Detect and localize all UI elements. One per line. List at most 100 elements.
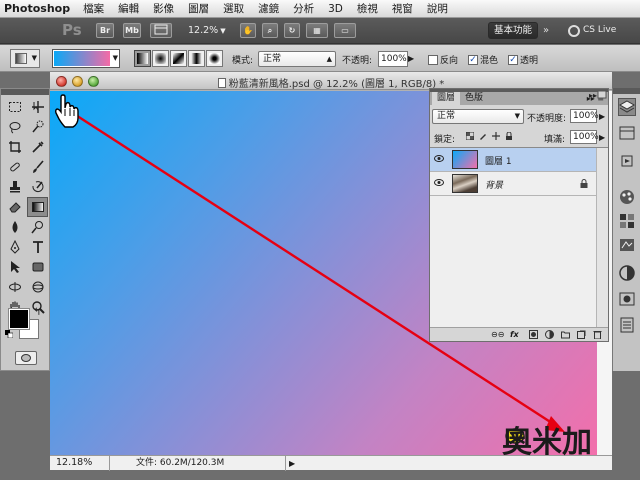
eraser-tool[interactable]	[4, 197, 25, 217]
menu-file[interactable]: 檔案	[76, 1, 111, 16]
foreground-color-swatch[interactable]	[8, 308, 30, 330]
linear-gradient-button[interactable]	[134, 50, 151, 67]
link-layers-icon[interactable]: ⊖⊖	[491, 330, 504, 339]
shape-tool[interactable]	[27, 257, 48, 277]
quick-selection-tool[interactable]	[27, 117, 48, 137]
menu-select[interactable]: 選取	[216, 1, 251, 16]
move-tool[interactable]	[27, 97, 48, 117]
lasso-tool[interactable]	[4, 117, 25, 137]
transparency-checkbox[interactable]: ✓ 透明	[508, 53, 538, 66]
swap-colors-icon[interactable]: ↰	[33, 307, 41, 318]
actions-dock-icon[interactable]	[618, 152, 636, 170]
eye-icon[interactable]	[434, 155, 444, 162]
adjustment-layer-icon[interactable]	[545, 330, 554, 339]
status-zoom[interactable]: 12.18%	[50, 455, 110, 471]
layer-name[interactable]: 圖層 1	[485, 154, 512, 167]
swatches-dock-icon[interactable]	[618, 212, 636, 230]
eye-icon[interactable]	[434, 179, 444, 186]
dither-checkbox[interactable]: ✓ 混色	[468, 53, 498, 66]
styles-dock-icon[interactable]	[618, 236, 636, 254]
zoom-tool-icon[interactable]: ⌕	[262, 23, 278, 38]
workspace-dropdown-icon[interactable]: »	[543, 22, 561, 39]
transparency-checkbox-box[interactable]: ✓	[508, 54, 518, 65]
reverse-checkbox[interactable]: 反向	[428, 53, 458, 66]
opacity-input[interactable]: 100%	[378, 51, 408, 67]
menu-view[interactable]: 檢視	[350, 1, 385, 16]
bridge-icon[interactable]: Br	[96, 23, 114, 38]
type-tool[interactable]	[27, 237, 48, 257]
menu-help[interactable]: 說明	[420, 1, 455, 16]
diamond-gradient-button[interactable]	[206, 50, 223, 67]
screen-mode-icon[interactable]: ▭	[334, 23, 356, 38]
tab-channels[interactable]: 色版	[460, 92, 488, 105]
toolbox-grip[interactable]	[1, 89, 49, 95]
3d-rotate-tool[interactable]	[4, 277, 25, 297]
reflected-gradient-button[interactable]	[188, 50, 205, 67]
path-selection-tool[interactable]	[4, 257, 25, 277]
marquee-tool[interactable]	[4, 97, 25, 117]
menu-analysis[interactable]: 分析	[286, 1, 321, 16]
new-layer-icon[interactable]	[577, 330, 586, 339]
color-dock-icon[interactable]	[618, 188, 636, 206]
spot-healing-tool[interactable]	[4, 157, 25, 177]
reverse-checkbox-box[interactable]	[428, 54, 438, 65]
menu-filter[interactable]: 濾鏡	[251, 1, 286, 16]
layer-list-scrollbar[interactable]	[596, 148, 608, 328]
mini-bridge-icon[interactable]: Mb	[123, 23, 141, 38]
lock-pixels-icon[interactable]	[479, 132, 487, 140]
menu-image[interactable]: 影像	[146, 1, 181, 16]
crop-tool[interactable]	[4, 137, 25, 157]
view-extras-icon[interactable]	[150, 23, 172, 38]
workspace-button[interactable]: 基本功能	[488, 22, 538, 39]
lock-position-icon[interactable]	[492, 132, 500, 140]
new-group-icon[interactable]	[561, 330, 570, 339]
angle-gradient-button[interactable]	[170, 50, 187, 67]
status-menu-arrow-icon[interactable]: ▶	[289, 459, 299, 468]
history-brush-tool[interactable]	[27, 177, 48, 197]
lock-all-icon[interactable]	[505, 132, 513, 140]
layer-row[interactable]: 圖層 1	[430, 148, 596, 172]
fill-dropdown-icon[interactable]: ▶	[599, 133, 605, 142]
dock-grip[interactable]	[613, 88, 640, 94]
radial-gradient-button[interactable]	[152, 50, 169, 67]
layer-row[interactable]: 背景	[430, 172, 596, 196]
hand-tool-icon[interactable]: ✋	[240, 23, 256, 38]
layer-opacity-dropdown-icon[interactable]: ▶	[599, 112, 605, 121]
fill-input[interactable]: 100%	[570, 130, 599, 144]
clone-stamp-tool[interactable]	[4, 177, 25, 197]
3d-orbit-tool[interactable]	[27, 277, 48, 297]
add-mask-icon[interactable]	[529, 330, 538, 339]
quick-mask-button[interactable]	[15, 351, 37, 365]
default-colors-icon[interactable]	[5, 330, 13, 338]
arrange-documents-icon[interactable]: ▦	[306, 23, 328, 38]
menu-3d[interactable]: 3D	[321, 3, 350, 15]
layer-opacity-input[interactable]: 100%	[570, 109, 599, 123]
panel-collapse-control[interactable]: ▸▸	[586, 88, 608, 104]
menu-layer[interactable]: 圖層	[181, 1, 216, 16]
channels-dock-icon[interactable]	[618, 316, 636, 334]
opacity-dropdown-icon[interactable]: ▶	[408, 51, 418, 67]
history-dock-icon[interactable]	[618, 124, 636, 142]
gradient-picker[interactable]: ▼	[52, 49, 120, 68]
lock-transparent-icon[interactable]	[466, 132, 474, 140]
mode-select[interactable]: 正常 ▲	[258, 51, 336, 67]
layer-name[interactable]: 背景	[485, 178, 503, 191]
tool-preset-picker[interactable]: ▼	[10, 49, 40, 68]
layer-blend-mode-select[interactable]: 正常 ▼	[432, 109, 524, 124]
dodge-tool[interactable]	[27, 217, 48, 237]
menu-window[interactable]: 視窗	[385, 1, 420, 16]
dither-checkbox-box[interactable]: ✓	[468, 54, 478, 65]
layers-dock-icon[interactable]	[618, 98, 636, 116]
tab-layers[interactable]: 圖層	[432, 92, 461, 105]
cs-live-button[interactable]: CS Live	[568, 22, 616, 39]
rotate-view-icon[interactable]: ↻	[284, 23, 300, 38]
menu-edit[interactable]: 編輯	[111, 1, 146, 16]
pen-tool[interactable]	[4, 237, 25, 257]
zoom-level-select[interactable]: 12.2% ▼	[188, 23, 232, 38]
layer-style-icon[interactable]: fx	[510, 330, 522, 339]
adjustments-dock-icon[interactable]	[618, 264, 636, 282]
menu-app-name[interactable]: Photoshop	[0, 2, 76, 15]
masks-dock-icon[interactable]	[618, 290, 636, 308]
trash-icon[interactable]	[593, 330, 602, 339]
gradient-tool[interactable]	[27, 197, 48, 217]
